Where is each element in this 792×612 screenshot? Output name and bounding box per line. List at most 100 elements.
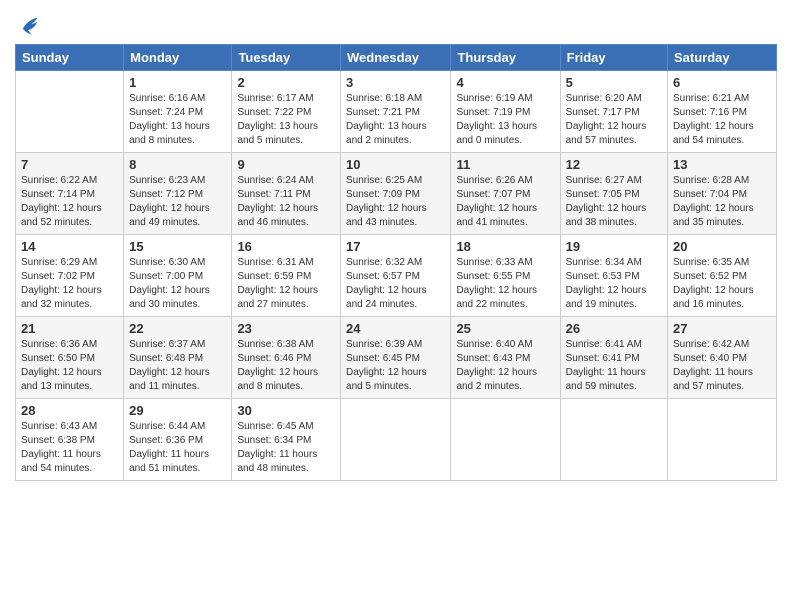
calendar-cell: 14 Sunrise: 6:29 AM Sunset: 7:02 PM Dayl… xyxy=(16,235,124,317)
day-info: Sunrise: 6:19 AM Sunset: 7:19 PM Dayligh… xyxy=(456,92,554,148)
day-info: Sunrise: 6:45 AM Sunset: 6:34 PM Dayligh… xyxy=(237,420,335,476)
calendar-cell: 16 Sunrise: 6:31 AM Sunset: 6:59 PM Dayl… xyxy=(232,235,341,317)
calendar-cell: 27 Sunrise: 6:42 AM Sunset: 6:40 PM Dayl… xyxy=(668,317,777,399)
day-number: 10 xyxy=(346,157,445,172)
day-number: 24 xyxy=(346,321,445,336)
day-info: Sunrise: 6:44 AM Sunset: 6:36 PM Dayligh… xyxy=(129,420,226,476)
day-info: Sunrise: 6:28 AM Sunset: 7:04 PM Dayligh… xyxy=(673,174,771,230)
day-info: Sunrise: 6:27 AM Sunset: 7:05 PM Dayligh… xyxy=(566,174,662,230)
day-number: 4 xyxy=(456,75,554,90)
calendar-cell: 4 Sunrise: 6:19 AM Sunset: 7:19 PM Dayli… xyxy=(451,71,560,153)
day-info: Sunrise: 6:33 AM Sunset: 6:55 PM Dayligh… xyxy=(456,256,554,312)
day-number: 19 xyxy=(566,239,662,254)
day-number: 30 xyxy=(237,403,335,418)
day-info: Sunrise: 6:17 AM Sunset: 7:22 PM Dayligh… xyxy=(237,92,335,148)
day-info: Sunrise: 6:23 AM Sunset: 7:12 PM Dayligh… xyxy=(129,174,226,230)
logo xyxy=(15,14,39,36)
day-number: 12 xyxy=(566,157,662,172)
calendar-cell: 13 Sunrise: 6:28 AM Sunset: 7:04 PM Dayl… xyxy=(668,153,777,235)
day-number: 27 xyxy=(673,321,771,336)
calendar-header-saturday: Saturday xyxy=(668,45,777,71)
day-number: 18 xyxy=(456,239,554,254)
day-number: 9 xyxy=(237,157,335,172)
day-info: Sunrise: 6:24 AM Sunset: 7:11 PM Dayligh… xyxy=(237,174,335,230)
calendar-cell: 5 Sunrise: 6:20 AM Sunset: 7:17 PM Dayli… xyxy=(560,71,667,153)
day-info: Sunrise: 6:32 AM Sunset: 6:57 PM Dayligh… xyxy=(346,256,445,312)
calendar-cell: 1 Sunrise: 6:16 AM Sunset: 7:24 PM Dayli… xyxy=(124,71,232,153)
day-number: 26 xyxy=(566,321,662,336)
day-number: 1 xyxy=(129,75,226,90)
calendar-cell: 18 Sunrise: 6:33 AM Sunset: 6:55 PM Dayl… xyxy=(451,235,560,317)
calendar-header-tuesday: Tuesday xyxy=(232,45,341,71)
calendar-cell xyxy=(16,71,124,153)
day-info: Sunrise: 6:25 AM Sunset: 7:09 PM Dayligh… xyxy=(346,174,445,230)
day-number: 16 xyxy=(237,239,335,254)
day-info: Sunrise: 6:38 AM Sunset: 6:46 PM Dayligh… xyxy=(237,338,335,394)
calendar-week-1: 1 Sunrise: 6:16 AM Sunset: 7:24 PM Dayli… xyxy=(16,71,777,153)
calendar-header-row: SundayMondayTuesdayWednesdayThursdayFrid… xyxy=(16,45,777,71)
calendar-cell: 22 Sunrise: 6:37 AM Sunset: 6:48 PM Dayl… xyxy=(124,317,232,399)
day-info: Sunrise: 6:34 AM Sunset: 6:53 PM Dayligh… xyxy=(566,256,662,312)
calendar-cell: 6 Sunrise: 6:21 AM Sunset: 7:16 PM Dayli… xyxy=(668,71,777,153)
calendar-cell: 29 Sunrise: 6:44 AM Sunset: 6:36 PM Dayl… xyxy=(124,399,232,481)
day-number: 8 xyxy=(129,157,226,172)
day-number: 25 xyxy=(456,321,554,336)
day-info: Sunrise: 6:39 AM Sunset: 6:45 PM Dayligh… xyxy=(346,338,445,394)
day-number: 14 xyxy=(21,239,118,254)
calendar-cell xyxy=(668,399,777,481)
calendar-week-3: 14 Sunrise: 6:29 AM Sunset: 7:02 PM Dayl… xyxy=(16,235,777,317)
calendar-cell: 9 Sunrise: 6:24 AM Sunset: 7:11 PM Dayli… xyxy=(232,153,341,235)
day-number: 3 xyxy=(346,75,445,90)
day-info: Sunrise: 6:42 AM Sunset: 6:40 PM Dayligh… xyxy=(673,338,771,394)
calendar-cell xyxy=(560,399,667,481)
day-number: 22 xyxy=(129,321,226,336)
calendar-cell: 3 Sunrise: 6:18 AM Sunset: 7:21 PM Dayli… xyxy=(341,71,451,153)
day-info: Sunrise: 6:37 AM Sunset: 6:48 PM Dayligh… xyxy=(129,338,226,394)
calendar-cell: 21 Sunrise: 6:36 AM Sunset: 6:50 PM Dayl… xyxy=(16,317,124,399)
calendar-cell: 28 Sunrise: 6:43 AM Sunset: 6:38 PM Dayl… xyxy=(16,399,124,481)
logo-bird-icon xyxy=(17,14,39,36)
calendar-header-friday: Friday xyxy=(560,45,667,71)
calendar-cell: 23 Sunrise: 6:38 AM Sunset: 6:46 PM Dayl… xyxy=(232,317,341,399)
calendar-cell: 24 Sunrise: 6:39 AM Sunset: 6:45 PM Dayl… xyxy=(341,317,451,399)
calendar-cell: 11 Sunrise: 6:26 AM Sunset: 7:07 PM Dayl… xyxy=(451,153,560,235)
day-info: Sunrise: 6:35 AM Sunset: 6:52 PM Dayligh… xyxy=(673,256,771,312)
calendar-week-2: 7 Sunrise: 6:22 AM Sunset: 7:14 PM Dayli… xyxy=(16,153,777,235)
day-number: 5 xyxy=(566,75,662,90)
page-header xyxy=(15,10,777,36)
calendar-cell: 26 Sunrise: 6:41 AM Sunset: 6:41 PM Dayl… xyxy=(560,317,667,399)
day-info: Sunrise: 6:41 AM Sunset: 6:41 PM Dayligh… xyxy=(566,338,662,394)
calendar-cell: 30 Sunrise: 6:45 AM Sunset: 6:34 PM Dayl… xyxy=(232,399,341,481)
day-number: 28 xyxy=(21,403,118,418)
day-number: 2 xyxy=(237,75,335,90)
calendar-header-thursday: Thursday xyxy=(451,45,560,71)
calendar-table: SundayMondayTuesdayWednesdayThursdayFrid… xyxy=(15,44,777,481)
day-number: 29 xyxy=(129,403,226,418)
day-info: Sunrise: 6:21 AM Sunset: 7:16 PM Dayligh… xyxy=(673,92,771,148)
calendar-week-5: 28 Sunrise: 6:43 AM Sunset: 6:38 PM Dayl… xyxy=(16,399,777,481)
calendar-cell: 10 Sunrise: 6:25 AM Sunset: 7:09 PM Dayl… xyxy=(341,153,451,235)
calendar-cell xyxy=(341,399,451,481)
day-number: 13 xyxy=(673,157,771,172)
day-info: Sunrise: 6:40 AM Sunset: 6:43 PM Dayligh… xyxy=(456,338,554,394)
day-number: 15 xyxy=(129,239,226,254)
calendar-cell: 19 Sunrise: 6:34 AM Sunset: 6:53 PM Dayl… xyxy=(560,235,667,317)
day-info: Sunrise: 6:29 AM Sunset: 7:02 PM Dayligh… xyxy=(21,256,118,312)
calendar-cell: 20 Sunrise: 6:35 AM Sunset: 6:52 PM Dayl… xyxy=(668,235,777,317)
day-info: Sunrise: 6:31 AM Sunset: 6:59 PM Dayligh… xyxy=(237,256,335,312)
day-number: 23 xyxy=(237,321,335,336)
day-number: 11 xyxy=(456,157,554,172)
day-info: Sunrise: 6:30 AM Sunset: 7:00 PM Dayligh… xyxy=(129,256,226,312)
calendar-week-4: 21 Sunrise: 6:36 AM Sunset: 6:50 PM Dayl… xyxy=(16,317,777,399)
calendar-header-monday: Monday xyxy=(124,45,232,71)
day-info: Sunrise: 6:36 AM Sunset: 6:50 PM Dayligh… xyxy=(21,338,118,394)
day-info: Sunrise: 6:22 AM Sunset: 7:14 PM Dayligh… xyxy=(21,174,118,230)
calendar-cell: 7 Sunrise: 6:22 AM Sunset: 7:14 PM Dayli… xyxy=(16,153,124,235)
day-number: 6 xyxy=(673,75,771,90)
calendar-cell: 25 Sunrise: 6:40 AM Sunset: 6:43 PM Dayl… xyxy=(451,317,560,399)
calendar-cell: 15 Sunrise: 6:30 AM Sunset: 7:00 PM Dayl… xyxy=(124,235,232,317)
calendar-cell xyxy=(451,399,560,481)
calendar-cell: 2 Sunrise: 6:17 AM Sunset: 7:22 PM Dayli… xyxy=(232,71,341,153)
calendar-cell: 17 Sunrise: 6:32 AM Sunset: 6:57 PM Dayl… xyxy=(341,235,451,317)
day-info: Sunrise: 6:18 AM Sunset: 7:21 PM Dayligh… xyxy=(346,92,445,148)
